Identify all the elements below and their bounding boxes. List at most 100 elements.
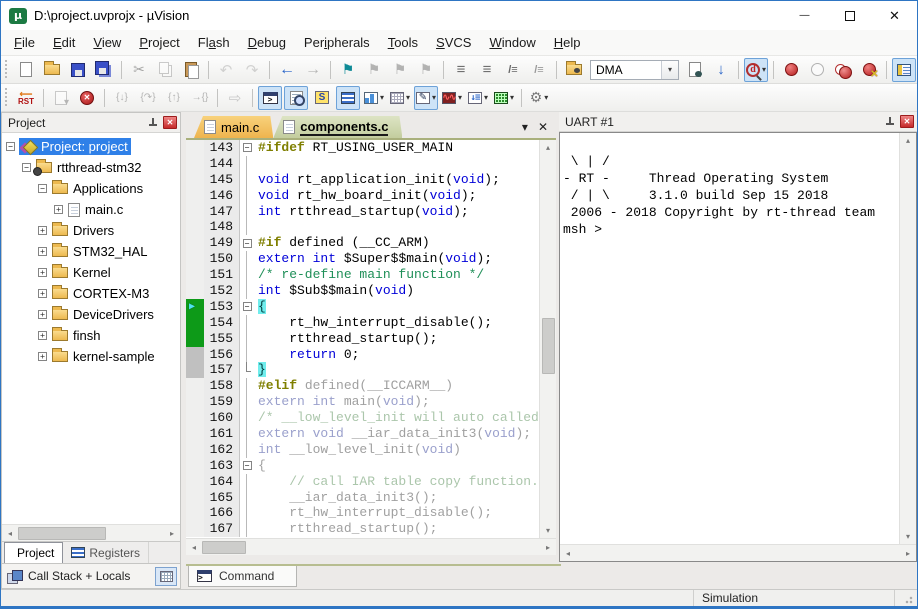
navigate-back-button[interactable] [275,58,299,82]
fold-collapse-icon[interactable]: − [243,461,252,470]
plus-expander-icon[interactable]: + [38,289,47,298]
redo-button[interactable] [240,58,264,82]
editor-hscrollbar[interactable]: ◂ ▸ [186,538,556,555]
scroll-thumb[interactable] [18,527,106,540]
logic-analyzer-button[interactable]: ▾ [440,86,464,110]
tab-command[interactable]: Command [188,566,297,587]
disassembly-window-button[interactable] [284,86,308,110]
uart-hscrollbar[interactable]: ◂ ▸ [560,544,916,561]
dropdown-caret-icon[interactable]: ▾ [432,93,436,102]
scroll-down-icon[interactable]: ▾ [900,529,916,544]
tree-item-rtthread-stm32[interactable]: −rtthread-stm32 [2,157,180,178]
command-window-button[interactable] [258,86,282,110]
tree-item-devicedrivers[interactable]: +DeviceDrivers [2,304,180,325]
code-viewport[interactable]: 143−#ifdef RT_USING_USER_MAIN144145void … [186,140,556,538]
show-next-statement-button[interactable] [223,86,247,110]
start-stop-debug-button[interactable]: ▾ [744,58,768,82]
editor-vscrollbar[interactable]: ▴ ▾ [539,140,556,538]
dropdown-caret-icon[interactable]: ▾ [458,93,462,102]
menu-edit[interactable]: Edit [44,32,84,54]
enable-disable-breakpoint-button[interactable] [805,58,829,82]
scroll-down-icon[interactable]: ▾ [540,523,556,538]
uart-panel-close-icon[interactable] [900,115,914,128]
pin-icon[interactable] [146,116,160,130]
bookmark-toggle-button[interactable] [336,58,360,82]
maximize-button[interactable] [827,2,872,30]
plus-expander-icon[interactable]: + [38,352,47,361]
plus-expander-icon[interactable]: + [38,247,47,256]
serial-window-button[interactable] [336,86,360,110]
menu-debug[interactable]: Debug [239,32,295,54]
view-mode-grid-button[interactable] [155,567,177,586]
combo-dropdown-icon[interactable]: ▾ [661,61,678,79]
toolbar-grip[interactable] [3,88,10,108]
undo-button[interactable] [214,58,238,82]
close-document-icon[interactable]: ✕ [538,120,548,134]
scroll-left-icon[interactable]: ◂ [2,526,18,541]
trace-window-button[interactable]: ▾ [466,86,490,110]
step-over-button[interactable] [136,86,160,110]
menu-flash[interactable]: Flash [189,32,239,54]
open-file-button[interactable] [40,58,64,82]
scroll-left-icon[interactable]: ◂ [186,540,202,555]
scroll-right-icon[interactable]: ▸ [164,526,180,541]
fold-collapse-icon[interactable]: − [243,143,252,152]
fold-column[interactable]: − [240,140,254,156]
menu-window[interactable]: Window [480,32,544,54]
document-list-icon[interactable]: ▾ [522,120,528,134]
insert-remove-breakpoint-button[interactable] [779,58,803,82]
run-button[interactable] [49,86,73,110]
tab-components-c[interactable]: components.c [273,116,402,138]
menu-view[interactable]: View [84,32,130,54]
debug-toolbox-button[interactable]: ▾ [527,86,551,110]
scroll-right-icon[interactable]: ▸ [540,540,556,555]
bookmark-clear-all-button[interactable] [414,58,438,82]
uart-vscrollbar[interactable]: ▴ ▾ [899,133,916,544]
menu-peripherals[interactable]: Peripherals [295,32,379,54]
copy-button[interactable] [153,58,177,82]
toolbar-grip[interactable] [3,60,10,80]
tree-item-kernel-sample[interactable]: +kernel-sample [2,346,180,367]
fold-column[interactable]: − [240,458,254,474]
system-viewer-button[interactable]: ▾ [492,86,516,110]
tree-item-project-project[interactable]: −Project: project [2,136,180,157]
tab-project[interactable]: Project [4,542,63,563]
analysis-window-button[interactable]: ▾ [362,86,386,110]
tab-registers[interactable]: Registers [63,542,149,563]
minus-expander-icon[interactable]: − [6,142,15,151]
menu-tools[interactable]: Tools [379,32,427,54]
menu-svcs[interactable]: SVCS [427,32,480,54]
paste-button[interactable] [179,58,203,82]
uart-output[interactable]: \ | /- RT - Thread Operating System / | … [560,133,899,544]
pin-icon[interactable] [883,115,897,129]
indent-button[interactable] [449,58,473,82]
find-in-files-dialog-button[interactable] [683,58,707,82]
fold-collapse-icon[interactable]: − [243,239,252,248]
scroll-up-icon[interactable]: ▴ [540,140,556,155]
outdent-button[interactable] [475,58,499,82]
project-window-toggle-button[interactable] [892,58,916,82]
tab-main-c[interactable]: main.c [194,116,273,138]
fold-column[interactable]: − [240,299,254,315]
menu-project[interactable]: Project [130,32,188,54]
cut-button[interactable] [127,58,151,82]
plus-expander-icon[interactable]: + [38,310,47,319]
menu-help[interactable]: Help [545,32,590,54]
minus-expander-icon[interactable]: − [22,163,31,172]
minimize-button[interactable] [782,2,827,30]
bookmark-previous-button[interactable] [362,58,386,82]
watch-window-button[interactable]: ▾ [414,86,438,110]
tree-item-main-c[interactable]: +main.c [2,199,180,220]
scroll-left-icon[interactable]: ◂ [560,546,576,561]
resize-grip[interactable] [895,590,917,606]
plus-expander-icon[interactable]: + [38,226,47,235]
dropdown-caret-icon[interactable]: ▾ [380,93,384,102]
uncomment-selection-button[interactable] [527,58,551,82]
minus-expander-icon[interactable]: − [38,184,47,193]
dropdown-caret-icon[interactable]: ▾ [406,93,410,102]
memory-window-button[interactable]: ▾ [388,86,412,110]
comment-selection-button[interactable] [501,58,525,82]
search-combo[interactable]: DMA▾ [590,60,679,80]
dropdown-caret-icon[interactable]: ▾ [762,65,766,74]
menu-file[interactable]: File [5,32,44,54]
